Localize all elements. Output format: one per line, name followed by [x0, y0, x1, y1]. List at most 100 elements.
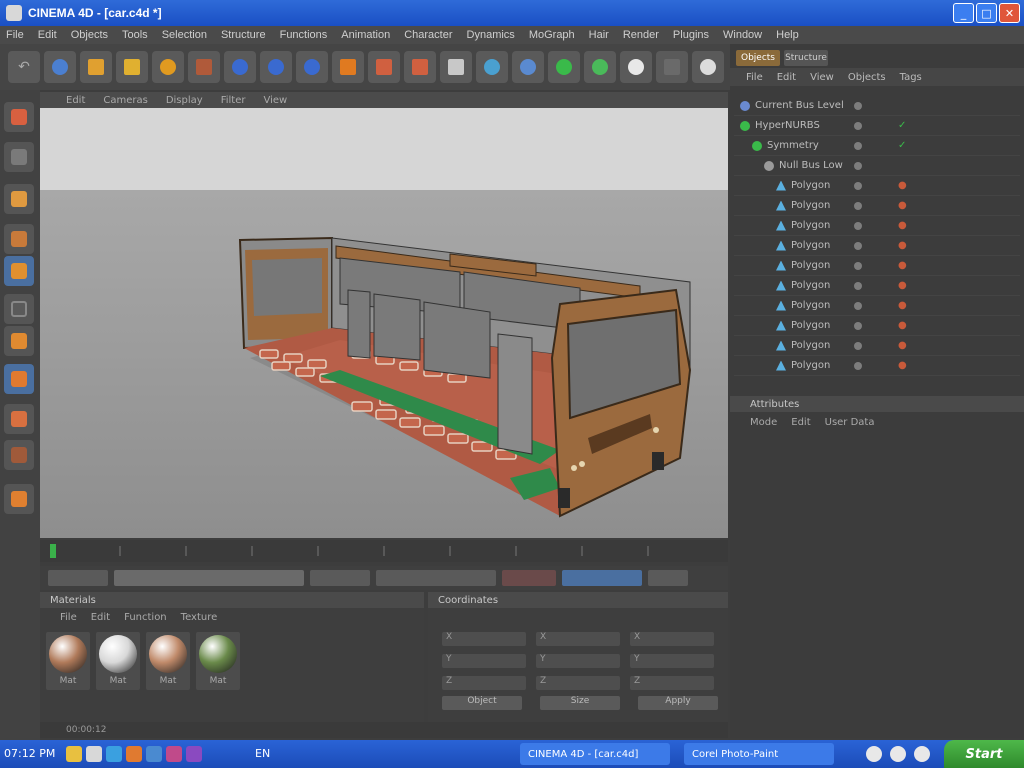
3d-viewport[interactable]	[40, 108, 728, 538]
object-row[interactable]: Polygon ●	[734, 316, 1020, 336]
object-row[interactable]: Polygon ●	[734, 296, 1020, 316]
texture-mode-button[interactable]	[4, 224, 34, 254]
visibility-dot[interactable]	[854, 361, 862, 370]
tab-objects[interactable]: Objects	[736, 50, 780, 66]
material-tag-icon[interactable]: ●	[898, 280, 907, 291]
tab-structure[interactable]: Structure	[784, 50, 828, 66]
coord-field[interactable]: Z	[630, 676, 714, 690]
object-row[interactable]: Polygon ●	[734, 236, 1020, 256]
object-row[interactable]: Current Bus Level	[734, 96, 1020, 116]
menu-mograph[interactable]: MoGraph	[529, 29, 575, 41]
object-row[interactable]: Null Bus Low	[734, 156, 1020, 176]
object-row[interactable]: Polygon ●	[734, 336, 1020, 356]
quicklaunch-media-icon[interactable]	[126, 746, 142, 762]
camera-button[interactable]	[656, 51, 688, 83]
coord-field[interactable]: Y	[536, 654, 620, 668]
make-editable-button[interactable]	[4, 102, 34, 132]
coord-field[interactable]: Y	[630, 654, 714, 668]
menu-animation[interactable]: Animation	[341, 29, 390, 41]
render-view-button[interactable]	[368, 51, 400, 83]
menu-character[interactable]: Character	[404, 29, 452, 41]
model-mode-button[interactable]	[4, 142, 34, 172]
record-controls[interactable]	[502, 570, 556, 586]
end-frame-field[interactable]	[310, 570, 370, 586]
visibility-dot[interactable]	[854, 321, 862, 330]
object-menu-view[interactable]: View	[810, 72, 834, 83]
materials-menu-file[interactable]: File	[60, 612, 77, 623]
tray-security-icon[interactable]	[914, 746, 930, 762]
object-menu-edit[interactable]: Edit	[777, 72, 796, 83]
coord-field[interactable]: Z	[536, 676, 620, 690]
coord-system-button[interactable]	[332, 51, 364, 83]
visibility-dot[interactable]	[854, 301, 862, 310]
menu-plugins[interactable]: Plugins	[673, 29, 709, 41]
attributes-menu-edit[interactable]: Edit	[791, 417, 810, 428]
object-mode-button[interactable]	[188, 51, 220, 83]
z-axis-button[interactable]	[296, 51, 328, 83]
visibility-dot[interactable]	[854, 101, 862, 110]
object-menu-file[interactable]: File	[746, 72, 763, 83]
object-row[interactable]: Polygon ●	[734, 276, 1020, 296]
visibility-dot[interactable]	[854, 161, 862, 170]
material-tag-icon[interactable]: ●	[898, 360, 907, 371]
object-axis-button[interactable]	[4, 184, 34, 214]
coord-field[interactable]: Z	[442, 676, 526, 690]
visibility-dot[interactable]	[854, 141, 862, 150]
coord-apply-button[interactable]: Apply	[638, 696, 718, 710]
cube-object-button[interactable]	[476, 51, 508, 83]
menu-functions[interactable]: Functions	[280, 29, 328, 41]
visibility-dot[interactable]	[854, 221, 862, 230]
menu-file[interactable]: File	[6, 29, 24, 41]
quicklaunch-browser-icon[interactable]	[106, 746, 122, 762]
y-axis-button[interactable]	[260, 51, 292, 83]
visibility-dot[interactable]	[854, 201, 862, 210]
menu-structure[interactable]: Structure	[221, 29, 266, 41]
language-indicator[interactable]: EN	[255, 747, 270, 760]
coord-field[interactable]: X	[630, 632, 714, 646]
live-select-button[interactable]	[44, 51, 76, 83]
edges-mode-button[interactable]	[4, 294, 34, 324]
menu-tools[interactable]: Tools	[122, 29, 148, 41]
materials-menu-texture[interactable]: Texture	[181, 612, 218, 623]
viewport-menu-cameras[interactable]: Cameras	[103, 95, 147, 106]
viewport-menu-display[interactable]: Display	[166, 95, 203, 106]
timeline[interactable]	[40, 540, 728, 562]
animation-options[interactable]	[648, 570, 688, 586]
tray-volume-icon[interactable]	[890, 746, 906, 762]
object-row[interactable]: Symmetry ✓	[734, 136, 1020, 156]
menu-selection[interactable]: Selection	[162, 29, 207, 41]
snap-button[interactable]	[4, 404, 34, 434]
scale-tool-button[interactable]	[116, 51, 148, 83]
menu-render[interactable]: Render	[623, 29, 659, 41]
object-row[interactable]: Polygon ●	[734, 356, 1020, 376]
minimize-button[interactable]: _	[953, 3, 974, 23]
coord-field[interactable]: X	[442, 632, 526, 646]
coord-object-button[interactable]: Object	[442, 696, 522, 710]
object-row[interactable]: Polygon ●	[734, 176, 1020, 196]
check-icon[interactable]: ✓	[898, 120, 906, 131]
viewport-menu-filter[interactable]: Filter	[221, 95, 246, 106]
material-tag-icon[interactable]: ●	[898, 180, 907, 191]
deformer-button[interactable]	[584, 51, 616, 83]
spline-button[interactable]	[512, 51, 544, 83]
move-tool-button[interactable]	[80, 51, 112, 83]
render-picture-button[interactable]	[404, 51, 436, 83]
object-row[interactable]: Polygon ●	[734, 256, 1020, 276]
visibility-dot[interactable]	[854, 341, 862, 350]
render-settings-button[interactable]	[440, 51, 472, 83]
object-row[interactable]: Polygon ●	[734, 196, 1020, 216]
keyframe-controls[interactable]	[562, 570, 642, 586]
menu-edit[interactable]: Edit	[38, 29, 57, 41]
timeline-playhead[interactable]	[50, 544, 56, 558]
object-row[interactable]: HyperNURBS ✓	[734, 116, 1020, 136]
coord-field[interactable]: Y	[442, 654, 526, 668]
visibility-dot[interactable]	[854, 261, 862, 270]
materials-menu-function[interactable]: Function	[124, 612, 167, 623]
undo-button[interactable]: ↶	[8, 51, 40, 83]
rotate-tool-button[interactable]	[152, 51, 184, 83]
object-row[interactable]: Polygon ●	[734, 216, 1020, 236]
tray-network-icon[interactable]	[866, 746, 882, 762]
current-frame-field[interactable]	[48, 570, 108, 586]
close-button[interactable]: ✕	[999, 3, 1020, 23]
material-tag-icon[interactable]: ●	[898, 340, 907, 351]
